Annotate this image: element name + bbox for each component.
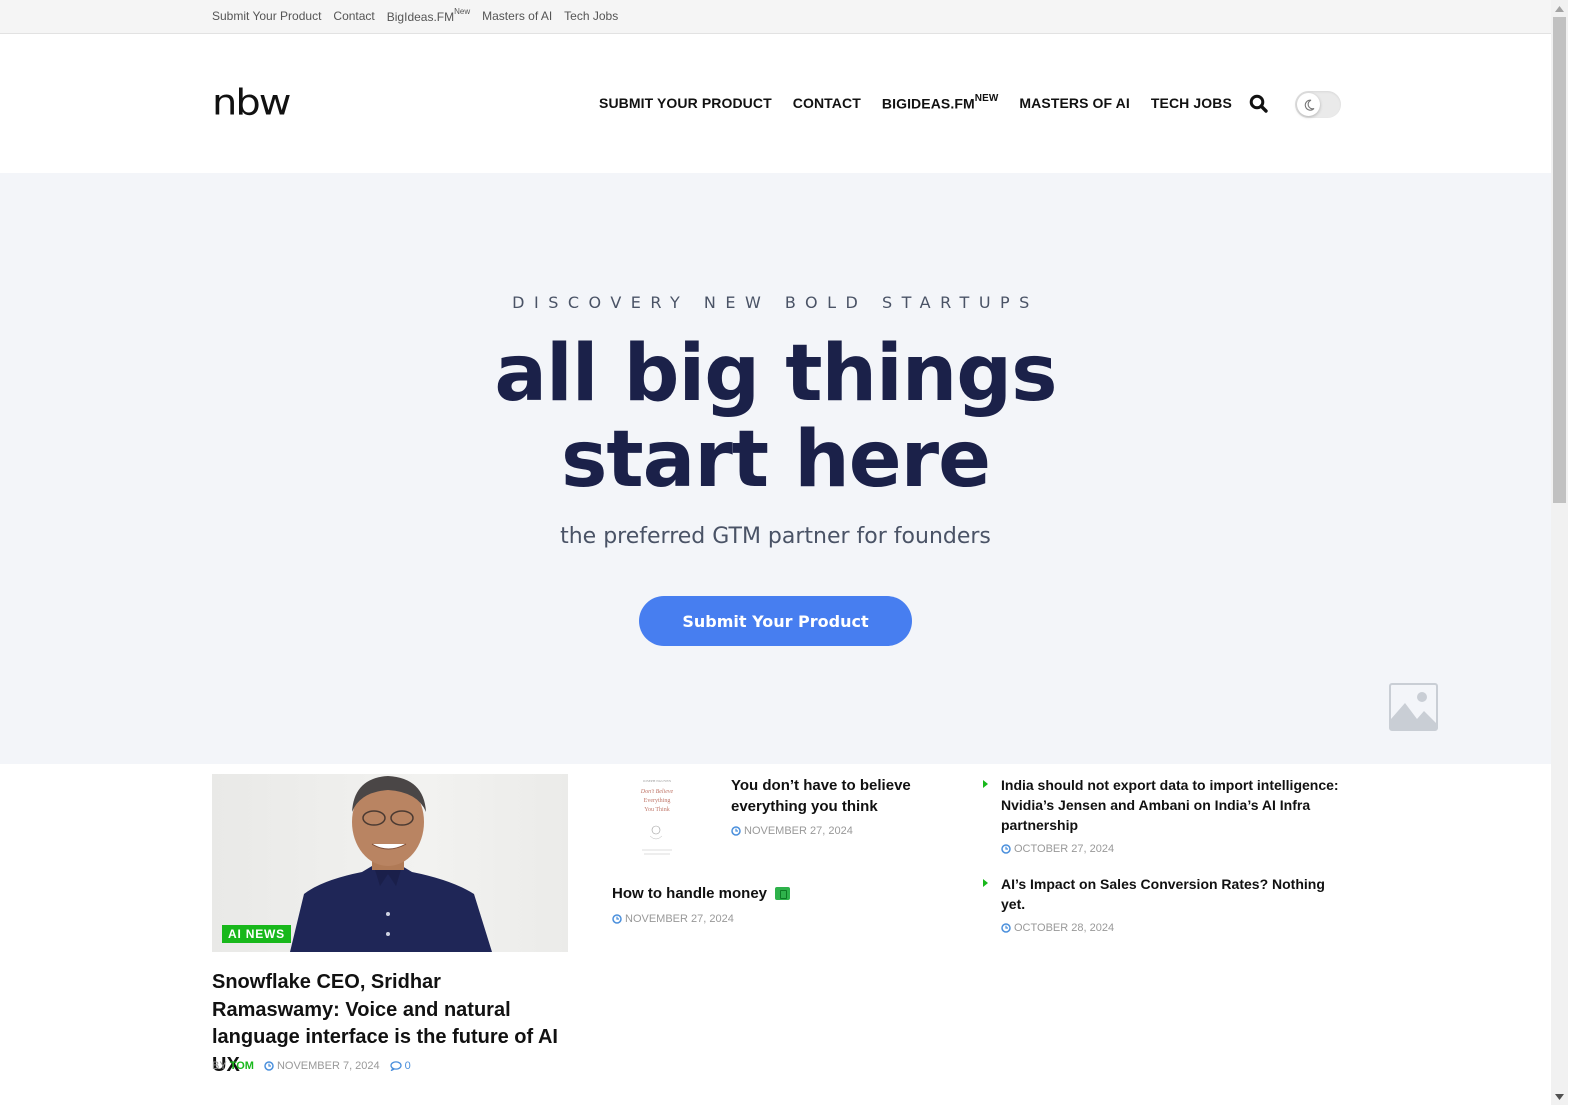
article-date: NOVEMBER 27, 2024 [625,913,734,925]
featured-article-meta: BY TOM NOVEMBER 7, 2024 0 [212,1060,411,1072]
hero-headline-line-2: start here [560,415,991,505]
nav-item-masters-of-ai[interactable]: MASTERS OF AI [1019,95,1129,112]
comment-icon [390,1061,402,1071]
new-badge: NEW [974,93,999,104]
featured-article-image[interactable]: AI NEWS [212,774,568,952]
site-header: nbw SUBMIT YOUR PRODUCT CONTACT BIGIDEAS… [0,35,1551,173]
by-label: BY [212,1060,227,1072]
scrollbar-thumb[interactable] [1553,17,1566,503]
date-meta: NOVEMBER 7, 2024 [264,1060,380,1072]
toggle-knob [1297,93,1320,116]
hero-headline-line-1: all big things [494,329,1057,419]
top-bar-links: Submit Your Product Contact BigIdeas.FMN… [212,7,618,24]
window-edge [1568,0,1584,1105]
article-date-meta: OCTOBER 28, 2024 [1001,922,1342,934]
dark-mode-toggle[interactable] [1295,91,1341,118]
topbar-link-bigideas[interactable]: BigIdeas.FMNew [386,7,471,24]
page: Submit Your Product Contact BigIdeas.FMN… [0,0,1551,1105]
search-button[interactable] [1249,94,1269,114]
main-nav: SUBMIT YOUR PRODUCT CONTACT BIGIDEAS.FMN… [599,93,1232,112]
hero-subline: the preferred GTM partner for founders [560,524,991,549]
article-title[interactable]: AI’s Impact on Sales Conversion Rates? N… [1001,874,1342,914]
topbar-link-masters-of-ai[interactable]: Masters of AI [482,9,552,24]
clock-icon [264,1061,274,1071]
submit-product-button[interactable]: Submit Your Product [639,596,912,646]
image-placeholder [1389,683,1438,731]
hero-eyebrow: DISCOVERY NEW BOLD STARTUPS [512,293,1039,312]
nav-item-tech-jobs[interactable]: TECH JOBS [1151,95,1232,112]
book-cover-image: JOSEPH NGUYEN Don't Believe Everything Y… [632,774,682,859]
clock-icon [1001,923,1011,933]
article-date-meta: NOVEMBER 27, 2024 [612,913,734,925]
vertical-scrollbar[interactable] [1551,0,1568,1105]
triangle-up-icon [1555,5,1564,12]
article-date-meta: OCTOBER 27, 2024 [1001,843,1342,855]
topbar-link-contact[interactable]: Contact [333,9,374,24]
caret-right-icon [983,780,988,788]
scroll-down-button[interactable] [1551,1088,1568,1105]
article-date-meta: NOVEMBER 27, 2024 [731,825,853,837]
book-title-line-2: Everything [644,798,671,804]
nav-item-submit-product[interactable]: SUBMIT YOUR PRODUCT [599,95,772,112]
author-link[interactable]: TOM [230,1060,254,1072]
article-date: OCTOBER 27, 2024 [1014,843,1115,855]
article-title[interactable]: You don’t have to believe everything you… [731,775,941,817]
topbar-link-tech-jobs[interactable]: Tech Jobs [564,9,618,24]
search-icon [1249,94,1268,113]
nav-item-bigideas[interactable]: BIGIDEAS.FMNEW [881,93,999,112]
list-item: India should not export data to import i… [982,775,1342,855]
book-thumbnail[interactable]: JOSEPH NGUYEN Don't Believe Everything Y… [612,774,702,859]
featured-article-date: NOVEMBER 7, 2024 [276,1060,380,1072]
clock-icon [1001,844,1011,854]
nav-item-contact[interactable]: CONTACT [793,95,861,112]
book-author: JOSEPH NGUYEN [643,779,672,783]
triangle-down-icon [1555,1093,1564,1100]
book-title-line-3: You Think [644,807,669,813]
category-badge[interactable]: AI NEWS [222,925,291,943]
site-logo[interactable]: nbw [212,85,291,121]
comment-count[interactable]: 0 [405,1060,411,1072]
hero-section: DISCOVERY NEW BOLD STARTUPS all big thin… [0,173,1551,764]
nav-item-bigideas-label: BIGIDEAS.FM [881,95,975,112]
topbar-link-bigideas-label: BigIdeas.FM [386,10,455,24]
caret-right-icon [983,879,988,887]
new-badge: New [454,7,471,16]
author-meta: BY TOM [212,1060,254,1072]
book-title-line-1: Don't Believe [640,789,674,795]
list-item: AI’s Impact on Sales Conversion Rates? N… [982,874,1342,934]
article-title-text: How to handle money [612,885,768,902]
clock-icon [612,914,622,924]
articles-section: AI NEWS Snowflake CEO, Sridhar Ramaswamy… [0,764,1551,1105]
article-date: OCTOBER 28, 2024 [1014,922,1115,934]
scroll-up-button[interactable] [1551,0,1568,17]
article-title[interactable]: India should not export data to import i… [1001,775,1342,835]
image-placeholder-icon [1389,683,1438,731]
top-bar: Submit Your Product Contact BigIdeas.FMN… [0,0,1551,34]
article-list: India should not export data to import i… [982,775,1342,953]
moon-icon [1304,99,1314,111]
money-icon [775,887,791,900]
hero-headline: all big things start here [0,331,1551,503]
article-title[interactable]: How to handle money [612,885,791,902]
topbar-link-submit-product[interactable]: Submit Your Product [212,9,321,24]
clock-icon [731,826,741,836]
comments-meta[interactable]: 0 [390,1060,411,1072]
article-date: NOVEMBER 27, 2024 [744,825,853,837]
